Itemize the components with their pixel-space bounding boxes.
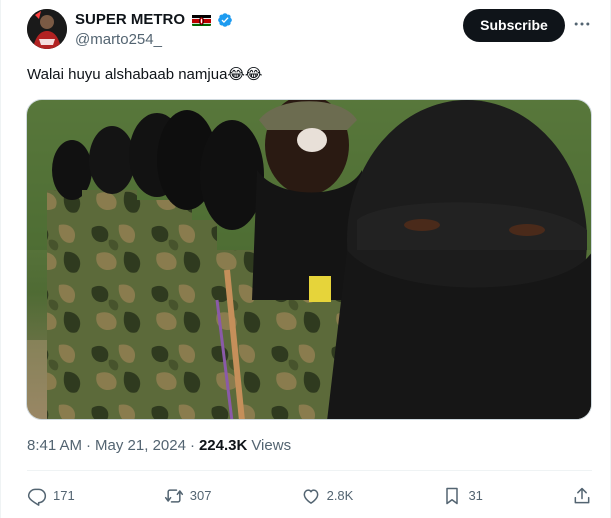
author-name-row: SUPER METRO <box>75 11 233 29</box>
heart-icon <box>303 489 319 504</box>
divider <box>27 470 592 471</box>
photo-media <box>27 100 591 419</box>
tweet-date[interactable]: May 21, 2024 <box>95 436 186 456</box>
author-handle[interactable]: @marto254_ <box>75 31 162 49</box>
like-count: 2.8K <box>326 488 354 503</box>
tweet-text: Walai huyu alshabaab namjua😂😂 <box>27 66 263 83</box>
retweet-count: 307 <box>189 488 212 503</box>
share-icon <box>574 487 590 504</box>
reply-icon <box>27 488 47 506</box>
views-label: Views <box>251 437 292 454</box>
author-display-name[interactable]: SUPER METRO <box>75 11 185 29</box>
views-count: 224.3K <box>198 437 248 454</box>
tweet-photo[interactable] <box>26 99 592 420</box>
action-bar: 171 307 2.8K 31 <box>27 481 592 511</box>
retweet-icon <box>164 489 183 503</box>
tweet-time[interactable]: 8:41 AM <box>27 436 82 456</box>
reply-count: 171 <box>53 488 75 503</box>
subscribe-button[interactable]: Subscribe <box>463 9 565 42</box>
meta-separator: · <box>86 437 92 454</box>
bookmark-icon <box>446 487 459 505</box>
avatar-image <box>27 9 67 49</box>
retweet-button[interactable]: 307 <box>164 486 212 506</box>
kenya-flag-icon <box>192 14 212 26</box>
reply-button[interactable]: 171 <box>27 486 75 506</box>
bookmark-button[interactable]: 31 <box>442 486 483 506</box>
bookmark-count: 31 <box>468 488 483 503</box>
meta-separator: · <box>189 437 195 454</box>
like-button[interactable]: 2.8K <box>301 486 354 506</box>
tweet-card: SUPER METRO @marto254_ Subscribe Walai h… <box>0 0 611 518</box>
verified-badge-icon[interactable] <box>217 12 233 28</box>
avatar[interactable] <box>27 9 67 49</box>
more-horizontal-icon[interactable] <box>570 12 594 36</box>
share-button[interactable] <box>572 486 592 506</box>
tweet-meta: 8:41 AM · May 21, 2024 · 224.3K Views <box>27 436 291 456</box>
